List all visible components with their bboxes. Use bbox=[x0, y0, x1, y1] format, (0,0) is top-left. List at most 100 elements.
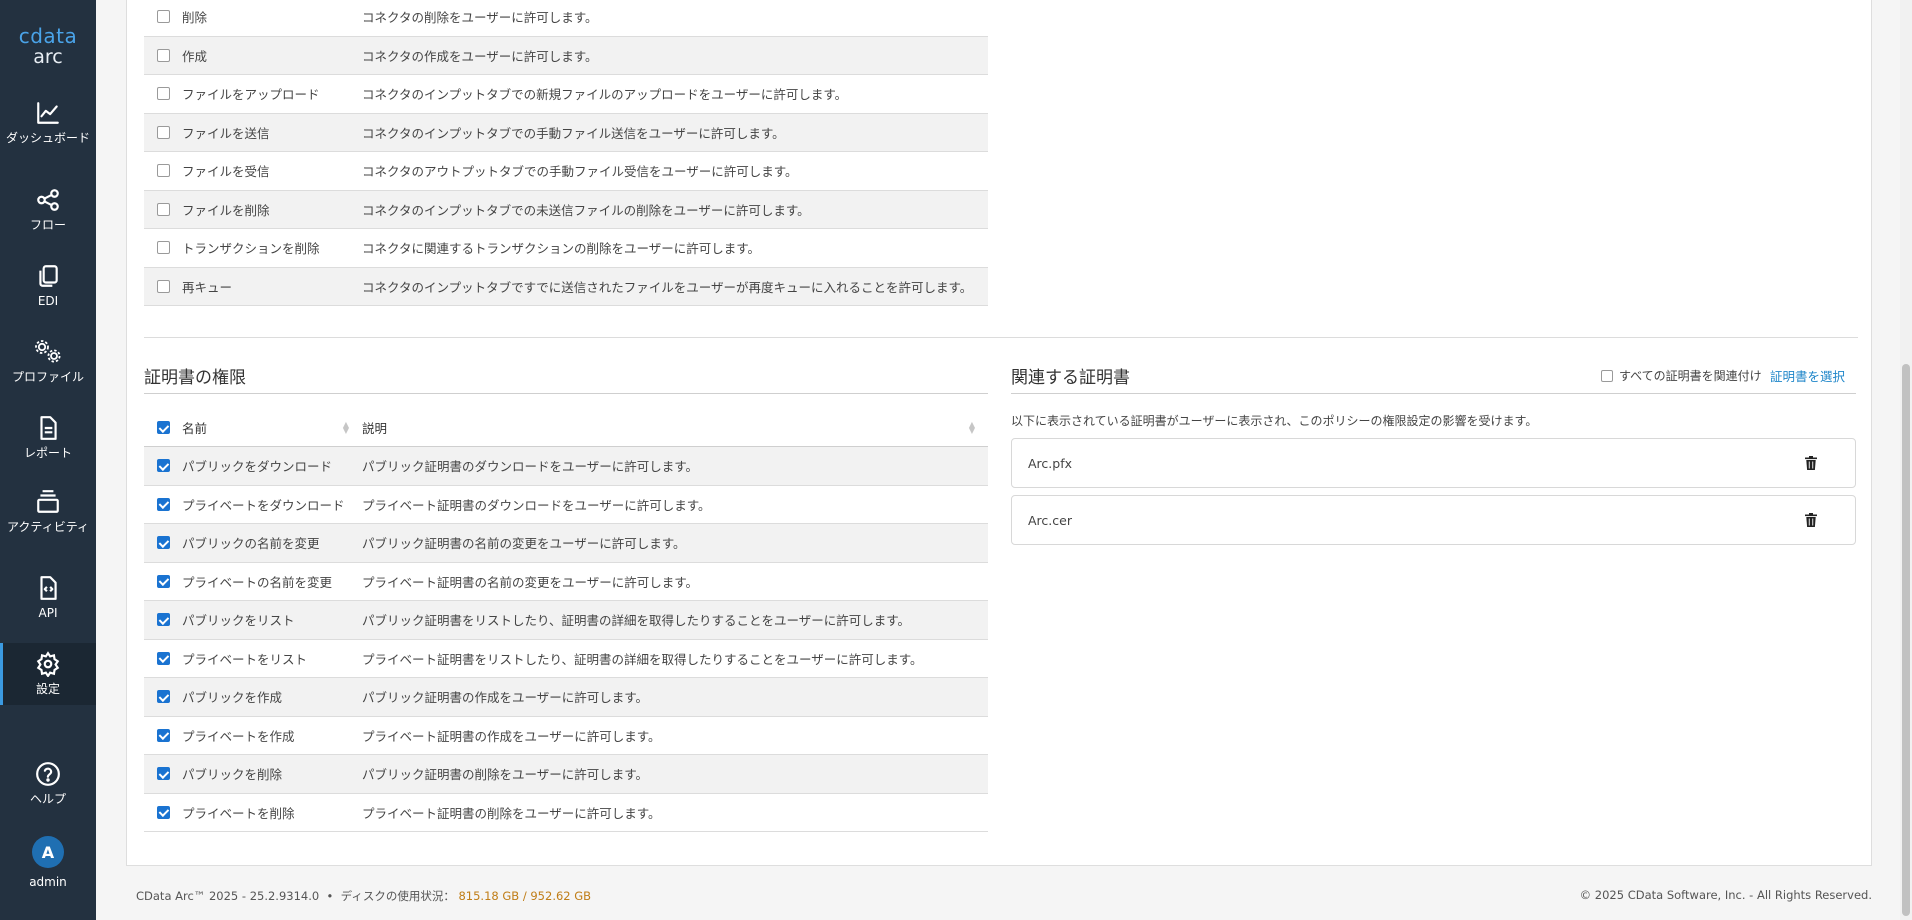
code-file-icon bbox=[0, 575, 96, 601]
permission-row: 再キュー コネクタのインプットタブですでに送信されたファイルをユーザーが再度キュー… bbox=[144, 267, 988, 306]
permission-description: プライベート証明書をリストしたり、証明書の詳細を取得したりすることをユーザーに許… bbox=[362, 651, 923, 667]
permission-description: プライベート証明書の作成をユーザーに許可します。 bbox=[362, 728, 661, 744]
permission-row: トランザクションを削除 コネクタに関連するトランザクションの削除をユーザーに許可し… bbox=[144, 229, 988, 268]
nav-help[interactable]: ヘルプ bbox=[0, 761, 96, 806]
permission-name: パブリックを削除 bbox=[182, 767, 283, 783]
trash-icon[interactable] bbox=[1805, 456, 1817, 473]
column-header-desc[interactable]: 説明 ▲ ▼ bbox=[362, 418, 988, 437]
avatar: A bbox=[32, 836, 64, 868]
section-divider bbox=[144, 337, 1858, 338]
nav-report[interactable]: レポート bbox=[0, 415, 96, 460]
associate-all-label: すべての証明書を関連付け bbox=[1619, 369, 1762, 383]
permission-name: プライベートの名前を変更 bbox=[182, 574, 333, 590]
gear-icon bbox=[0, 651, 96, 677]
permission-row: パブリックを作成 パブリック証明書の作成をユーザーに許可します。 bbox=[144, 678, 988, 717]
app-logo[interactable]: cdata arc bbox=[0, 26, 96, 68]
permission-description: コネクタに関連するトランザクションの削除をユーザーに許可します。 bbox=[362, 241, 761, 257]
permission-name: 削除 bbox=[182, 10, 208, 26]
permission-checkbox[interactable] bbox=[156, 613, 170, 627]
permission-description: コネクタのインプットタブでの新規ファイルのアップロードをユーザーに許可します。 bbox=[362, 87, 848, 103]
logo-top-text: cdata bbox=[18, 24, 78, 48]
nav-dashboard-label: ダッシュボード bbox=[6, 131, 91, 145]
permission-checkbox[interactable] bbox=[156, 125, 170, 139]
nav-flow[interactable]: フロー bbox=[0, 187, 96, 232]
cert-permissions-table: 名前 ▲ ▼ 説明 ▲ ▼ パブリックをダウンロード パブリック証明書のダウンロードを… bbox=[144, 409, 988, 832]
permission-description: コネクタのインプットタブでの未送信ファイルの削除をユーザーに許可します。 bbox=[362, 202, 810, 218]
trash-icon[interactable] bbox=[1805, 513, 1817, 530]
permission-description: コネクタのインプットタブですでに送信されたファイルをユーザーが再度キューに入れる… bbox=[362, 279, 973, 295]
permission-checkbox[interactable] bbox=[156, 202, 170, 216]
permission-description: パブリック証明書をリストしたり、証明書の詳細を取得したりすることをユーザーに許可… bbox=[362, 613, 911, 629]
page-scrollbar[interactable] bbox=[1900, 0, 1912, 920]
select-all-checkbox[interactable] bbox=[156, 421, 170, 434]
permission-checkbox[interactable] bbox=[156, 728, 170, 742]
stack-icon bbox=[0, 489, 96, 515]
help-circle-icon bbox=[0, 761, 96, 787]
permission-checkbox[interactable] bbox=[156, 10, 170, 24]
permission-checkbox[interactable] bbox=[156, 48, 170, 62]
permission-description: パブリック証明書の名前の変更をユーザーに許可します。 bbox=[362, 536, 686, 552]
cert-item: Arc.cer bbox=[1011, 495, 1856, 545]
permission-name: プライベートをダウンロード bbox=[182, 497, 345, 513]
permission-row: プライベートを作成 プライベート証明書の作成をユーザーに許可します。 bbox=[144, 717, 988, 755]
sort-icon: ▲ ▼ bbox=[342, 419, 350, 435]
nav-api[interactable]: API bbox=[0, 575, 96, 620]
permission-checkbox[interactable] bbox=[156, 279, 170, 293]
permission-description: コネクタの作成をユーザーに許可します。 bbox=[362, 48, 598, 64]
nav-profile[interactable]: プロファイル bbox=[0, 339, 96, 384]
cert-permissions-header: 名前 ▲ ▼ 説明 ▲ ▼ bbox=[144, 409, 988, 447]
permission-row: ファイルを受信 コネクタのアウトプットタブでの手動ファイル受信をユーザーに許可しま… bbox=[144, 152, 988, 191]
footer-status: CData Arc™ 2025 - 25.2.9314.0 • ディスクの使用状… bbox=[136, 888, 591, 904]
gears-icon bbox=[0, 339, 96, 365]
chart-line-icon bbox=[0, 100, 96, 126]
permission-checkbox[interactable] bbox=[156, 690, 170, 704]
permission-checkbox[interactable] bbox=[156, 574, 170, 588]
related-certs-title: 関連する証明書 bbox=[1011, 368, 1130, 388]
permission-description: プライベート証明書の削除をユーザーに許可します。 bbox=[362, 805, 661, 821]
cert-name: Arc.pfx bbox=[1028, 455, 1072, 471]
cert-permissions-underline bbox=[144, 393, 988, 394]
associate-all-checkbox[interactable] bbox=[1601, 369, 1613, 382]
column-header-name[interactable]: 名前 ▲ ▼ bbox=[182, 418, 362, 437]
permission-name: プライベートを削除 bbox=[182, 805, 295, 821]
permission-description: パブリック証明書のダウンロードをユーザーに許可します。 bbox=[362, 459, 699, 475]
permission-row: プライベートをリスト プライベート証明書をリストしたり、証明書の詳細を取得したりす… bbox=[144, 640, 988, 678]
permission-row: プライベートを削除 プライベート証明書の削除をユーザーに許可します。 bbox=[144, 794, 988, 832]
nav-api-label: API bbox=[38, 606, 58, 620]
permission-checkbox[interactable] bbox=[156, 805, 170, 819]
permission-checkbox[interactable] bbox=[156, 497, 170, 511]
permission-row: プライベートをダウンロード プライベート証明書のダウンロードをユーザーに許可します… bbox=[144, 486, 988, 524]
permission-checkbox[interactable] bbox=[156, 164, 170, 178]
nav-dashboard[interactable]: ダッシュボード bbox=[0, 100, 96, 145]
cert-permissions-rows: パブリックをダウンロード パブリック証明書のダウンロードをユーザーに許可します。プ… bbox=[144, 447, 988, 832]
policy-card: 削除 コネクタの削除をユーザーに許可します。 作成 コネクタの作成をユーザーに許可しま… bbox=[126, 0, 1872, 866]
permission-checkbox[interactable] bbox=[156, 459, 170, 473]
permission-checkbox[interactable] bbox=[156, 536, 170, 550]
permission-description: パブリック証明書の削除をユーザーに許可します。 bbox=[362, 767, 649, 783]
associate-all-toggle[interactable]: すべての証明書を関連付け bbox=[1601, 367, 1762, 384]
permission-row: ファイルを送信 コネクタのインプットタブでの手動ファイル送信をユーザーに許可します… bbox=[144, 113, 988, 152]
permission-name: プライベートを作成 bbox=[182, 728, 295, 744]
permission-name: プライベートをリスト bbox=[182, 651, 308, 667]
nav-settings[interactable]: 設定 bbox=[0, 643, 96, 705]
permission-checkbox[interactable] bbox=[156, 87, 170, 101]
permission-name: パブリックの名前を変更 bbox=[182, 536, 320, 552]
permission-row: パブリックの名前を変更 パブリック証明書の名前の変更をユーザーに許可します。 bbox=[144, 524, 988, 563]
nav-report-label: レポート bbox=[23, 446, 72, 460]
permission-description: コネクタのアウトプットタブでの手動ファイル受信をユーザーに許可します。 bbox=[362, 164, 798, 180]
permission-row: ファイルを削除 コネクタのインプットタブでの未送信ファイルの削除をユーザーに許可し… bbox=[144, 190, 988, 229]
scrollbar-thumb[interactable] bbox=[1902, 364, 1910, 916]
nav-edi[interactable]: EDI bbox=[0, 263, 96, 308]
user-menu[interactable]: A admin bbox=[0, 836, 96, 889]
column-name-label: 名前 bbox=[182, 421, 208, 436]
permission-row: 削除 コネクタの削除をユーザーに許可します。 bbox=[144, 0, 988, 37]
permission-checkbox[interactable] bbox=[156, 651, 170, 665]
permission-name: パブリックを作成 bbox=[182, 690, 283, 706]
related-certs-underline bbox=[1011, 393, 1856, 394]
permission-checkbox[interactable] bbox=[156, 241, 170, 255]
select-certificate-link[interactable]: 証明書を選択 bbox=[1770, 366, 1845, 385]
sort-icon: ▲ ▼ bbox=[968, 419, 976, 435]
permission-checkbox[interactable] bbox=[156, 767, 170, 781]
nav-activity[interactable]: アクティビティ bbox=[0, 489, 96, 534]
nav-profile-label: プロファイル bbox=[11, 370, 84, 384]
